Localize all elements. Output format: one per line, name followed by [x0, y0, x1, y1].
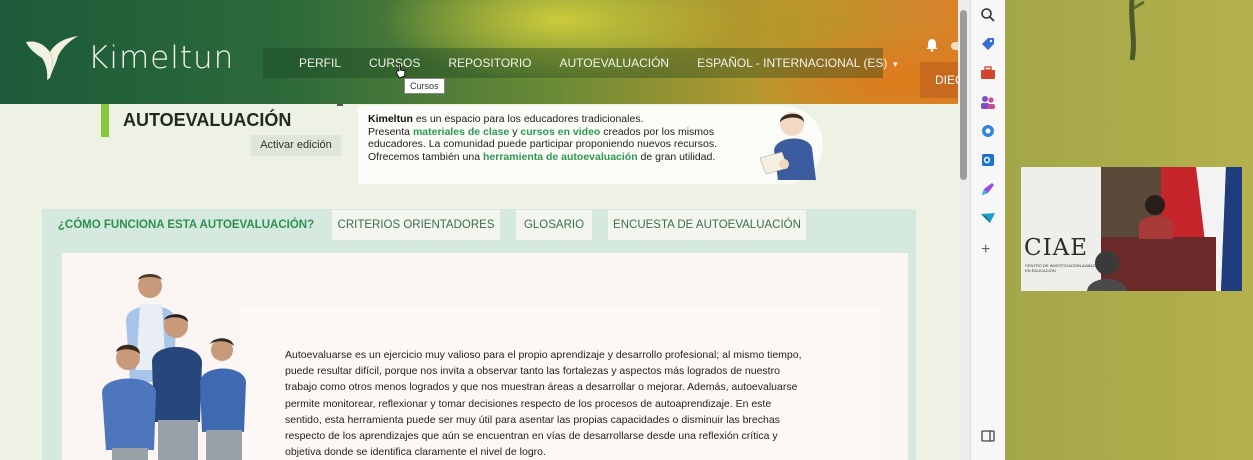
page-scrollbar[interactable] [958, 0, 970, 460]
divider [337, 104, 343, 106]
tab-criterios[interactable]: CRITERIOS ORIENTADORES [332, 210, 500, 240]
user-menu-edge[interactable] [951, 42, 958, 50]
copilot-icon[interactable] [979, 122, 997, 140]
paragraph-line: puede resultar difícil, porque nos invit… [285, 365, 780, 378]
link-cursos-video[interactable]: cursos en video [520, 126, 600, 138]
paragraph-line: trabajo como otros menos logrados y que … [285, 381, 798, 394]
brand-name: Kimeltun [88, 40, 235, 76]
content-paragraph: Autoevaluarse es un ejercicio muy valios… [285, 347, 830, 460]
title-accent-bar [101, 104, 109, 137]
hummingbird-logo-icon [26, 36, 78, 80]
ciae-subtitle: CENTRO DE INVESTIGACIÓN AVANZADA EN EDUC… [1025, 263, 1103, 273]
paragraph-line: Autoevaluarse es un ejercicio muy valios… [285, 349, 802, 361]
reading-child-illustration [759, 112, 816, 180]
nav-perfil[interactable]: PERFIL [285, 56, 355, 70]
intro-line4-pre: Ofrecemos también una [368, 150, 483, 163]
activate-edit-button[interactable]: Activar edición [251, 135, 341, 156]
educators-illustration [102, 274, 246, 460]
link-herramienta[interactable]: herramienta de autoevaluación [483, 151, 638, 163]
language-label: ESPAÑOL - INTERNACIONAL (ES) [697, 56, 888, 70]
nav-language-dropdown[interactable]: ESPAÑOL - INTERNACIONAL (ES) ▼ [683, 56, 913, 70]
browser-page: Kimeltun PERFIL CURSOS REPOSITORIO AUTOE… [0, 0, 958, 460]
add-icon[interactable]: + [981, 241, 990, 259]
tab-como-funciona[interactable]: ¿CÓMO FUNCIONA ESTA AUTOEVALUACIÓN? [52, 210, 320, 240]
site-logo[interactable]: Kimeltun [22, 32, 234, 84]
plant-stem-decoration [1129, 0, 1145, 61]
intro-line2-pre: Presenta [368, 125, 413, 138]
outlook-icon[interactable] [979, 151, 997, 169]
people-icon[interactable] [979, 93, 997, 111]
designer-icon[interactable] [979, 180, 997, 198]
paragraph-line: respecto de los aprendizajes que aún se … [285, 430, 778, 443]
ciae-logo: CIAE [1024, 235, 1089, 261]
intro-line2-mid: y [509, 125, 521, 138]
paragraph-line: sentido, esta herramienta puede ser muy … [285, 413, 780, 426]
nav-repositorio[interactable]: REPOSITORIO [434, 56, 545, 70]
search-icon[interactable] [979, 6, 997, 24]
site-header-banner: Kimeltun PERFIL CURSOS REPOSITORIO AUTOE… [0, 0, 958, 104]
intro-text: Kimeltun es un espacio para los educador… [368, 113, 748, 163]
video-thumbnail[interactable]: CIAE CENTRO DE INVESTIGACIÓN AVANZADA EN… [1021, 167, 1242, 291]
bell-icon[interactable] [926, 38, 938, 52]
nav-autoevaluacion[interactable]: AUTOEVALUACIÓN [546, 56, 684, 70]
intro-line2-post: creados por los mismos [600, 125, 715, 138]
intro-line1: es un espacio para los educadores tradic… [412, 113, 644, 125]
tab-glosario[interactable]: GLOSARIO [516, 210, 592, 240]
intro-line4-post: de gran utilidad. [637, 150, 716, 163]
page-title: AUTOEVALUACIÓN [123, 110, 292, 130]
paragraph-line: permite monitorear, reflexionar y tomar … [285, 397, 772, 410]
scrollbar-thumb[interactable] [960, 10, 967, 180]
browser-sidebar: + [970, 0, 1005, 460]
send-icon[interactable] [979, 209, 997, 227]
intro-line3: educadores. La comunidad puede participa… [368, 138, 718, 150]
user-button[interactable]: DIEC [920, 62, 958, 98]
paragraph-line: objetiva donde se identifica claramente … [285, 446, 546, 459]
caret-down-icon: ▼ [891, 60, 900, 69]
mouse-cursor-icon [396, 63, 406, 79]
tag-icon[interactable] [979, 35, 997, 53]
link-materiales[interactable]: materiales de clase [413, 126, 509, 138]
split-screen-icon[interactable] [979, 427, 997, 445]
briefcase-icon[interactable] [979, 64, 997, 82]
intro-brand: Kimeltun [368, 113, 413, 125]
main-nav: PERFIL CURSOS REPOSITORIO AUTOEVALUACIÓN… [263, 48, 899, 78]
cursos-tooltip: Cursos [404, 78, 445, 94]
tab-encuesta[interactable]: ENCUESTA DE AUTOEVALUACIÓN [608, 210, 806, 240]
